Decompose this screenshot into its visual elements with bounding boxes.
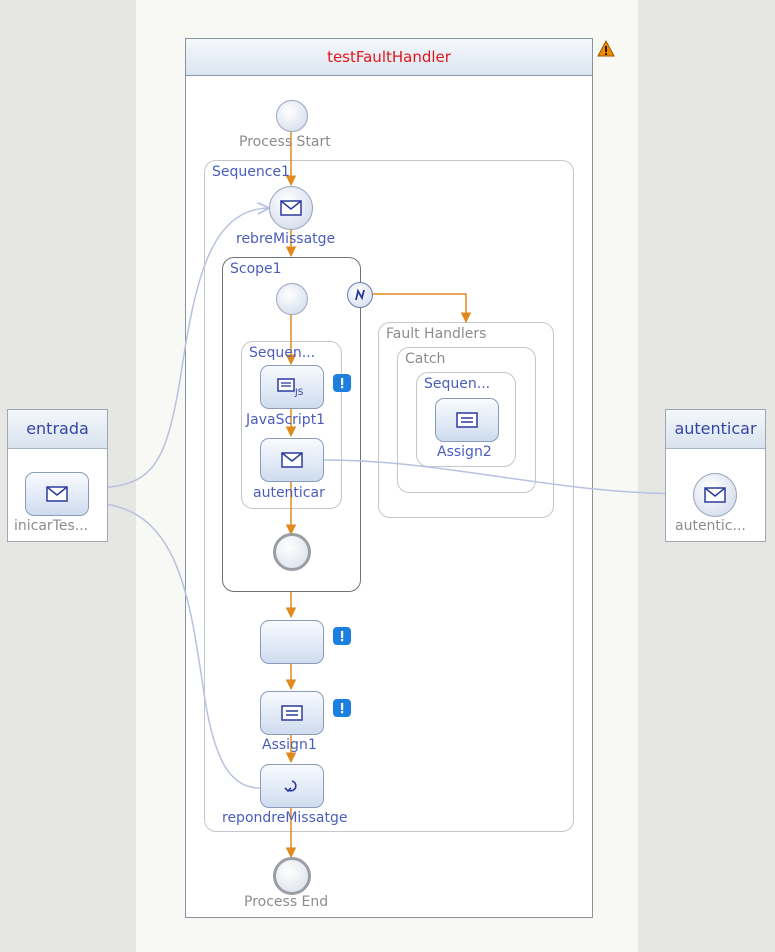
js-tag: JS — [294, 388, 304, 397]
autenticar-invoke[interactable] — [260, 438, 324, 482]
warning-icon[interactable] — [597, 40, 615, 58]
info-badge-glyph — [341, 378, 344, 389]
entrada-operation-label: inicarTes... — [14, 518, 89, 534]
assign-icon — [281, 705, 303, 721]
rebre-missatge-receive[interactable] — [269, 186, 313, 230]
process-title: testFaultHandler — [186, 39, 592, 76]
envelope-icon — [281, 452, 303, 468]
repondre-missatge-label: repondreMissatge — [222, 810, 348, 826]
rebre-missatge-label: rebreMissatge — [236, 231, 336, 247]
info-badge-icon[interactable] — [333, 374, 351, 392]
info-badge-icon[interactable] — [333, 699, 351, 717]
assign-icon — [456, 412, 478, 428]
scope-end-event[interactable] — [273, 533, 311, 571]
entrada-operation[interactable] — [25, 472, 89, 516]
autenticar-operation-label: autentic... — [675, 518, 746, 534]
assign2-activity[interactable] — [435, 398, 499, 442]
repondre-missatge-reply[interactable] — [260, 764, 324, 808]
autenticar-label: autenticar — [253, 485, 325, 501]
info-badge-glyph — [341, 631, 344, 642]
catch-label: Catch — [405, 351, 446, 367]
envelope-icon — [280, 200, 302, 216]
javascript1-label: JavaScript1 — [246, 412, 326, 428]
info-badge-icon[interactable] — [333, 627, 351, 645]
catch-sequence-label: Sequen... — [424, 376, 491, 392]
partner-autenticar-title: autenticar — [666, 410, 765, 449]
sequence1-label: Sequence1 — [212, 164, 290, 180]
assign1-activity[interactable] — [260, 691, 324, 735]
info-badge-glyph — [341, 703, 344, 714]
process-start-event[interactable] — [276, 100, 308, 132]
empty-activity[interactable] — [260, 620, 324, 664]
assign2-label: Assign2 — [437, 444, 492, 460]
scope1-label: Scope1 — [230, 261, 282, 277]
envelope-icon — [704, 487, 726, 503]
assign1-label: Assign1 — [262, 737, 317, 753]
process-start-label: Process Start — [239, 134, 331, 150]
autenticar-operation[interactable] — [693, 473, 737, 517]
process-end-event[interactable] — [273, 857, 311, 895]
scope-start-event[interactable] — [276, 283, 308, 315]
fault-handlers-label: Fault Handlers — [386, 326, 487, 342]
process-end-label: Process End — [244, 894, 329, 910]
fault-handler-icon-glyph — [355, 288, 365, 301]
inner-sequence-label: Sequen... — [249, 345, 316, 361]
partner-entrada-title: entrada — [8, 410, 107, 449]
envelope-icon — [46, 486, 68, 502]
reply-icon — [284, 780, 297, 793]
javascript1-activity[interactable]: JS — [260, 365, 324, 409]
javascript-icon: JS — [277, 378, 304, 397]
fault-handler-icon[interactable] — [347, 282, 373, 308]
